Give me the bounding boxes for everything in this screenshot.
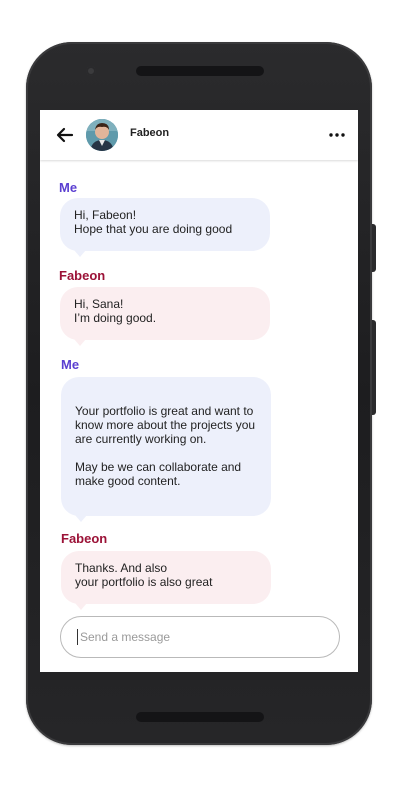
camera-icon — [86, 66, 96, 76]
message-text: Your portfolio is great and want to — [75, 404, 254, 418]
text-cursor — [77, 629, 78, 645]
sender-name: Fabeon — [61, 531, 108, 546]
message-text: Hi, Sana! — [74, 297, 124, 311]
avatar-image — [86, 119, 118, 151]
earpiece-speaker — [136, 66, 264, 76]
bubble-tail — [74, 339, 86, 346]
bottom-speaker — [136, 712, 264, 722]
message-text: May be we can collaborate and — [75, 460, 242, 474]
message-text: your portfolio is also great — [75, 575, 213, 589]
sender-name: Me — [61, 357, 80, 372]
message-text: make good content. — [75, 474, 181, 488]
message-text — [75, 446, 257, 460]
chat-header: Fabeon — [40, 110, 358, 160]
message-bubble: Your portfolio is great and want to know… — [61, 377, 271, 522]
message-input[interactable] — [80, 625, 320, 649]
chat-screen: Fabeon Me Hi, Fabeon! Hope that you are … — [40, 110, 358, 672]
volume-button — [372, 224, 376, 272]
more-horizontal-icon[interactable] — [326, 126, 348, 144]
message-text: I’m doing good. — [74, 311, 157, 325]
power-button — [372, 320, 376, 415]
avatar[interactable] — [86, 119, 118, 151]
bubble-tail — [75, 515, 87, 522]
phone-frame: Fabeon Me Hi, Fabeon! Hope that you are … — [26, 42, 376, 745]
message-bubble: Hi, Fabeon! Hope that you are doing good — [60, 198, 270, 257]
sender-name: Fabeon — [59, 268, 106, 283]
message-text: know more about the projects you — [75, 418, 256, 432]
contact-name[interactable]: Fabeon — [130, 127, 169, 139]
message-text: Hi, Fabeon! — [74, 208, 137, 222]
message-composer — [60, 616, 340, 658]
message-bubble: Thanks. And also your portfolio is also … — [61, 551, 271, 610]
message-bubble: Hi, Sana! I’m doing good. — [60, 287, 270, 346]
bubble-tail — [74, 250, 86, 257]
message-text: Thanks. And also — [75, 561, 168, 575]
bubble-tail — [75, 603, 87, 610]
message-text: are currently working on. — [75, 432, 207, 446]
message-text: Hope that you are doing good — [74, 222, 233, 236]
arrow-left-icon[interactable] — [55, 125, 75, 145]
sender-name: Me — [59, 180, 78, 195]
